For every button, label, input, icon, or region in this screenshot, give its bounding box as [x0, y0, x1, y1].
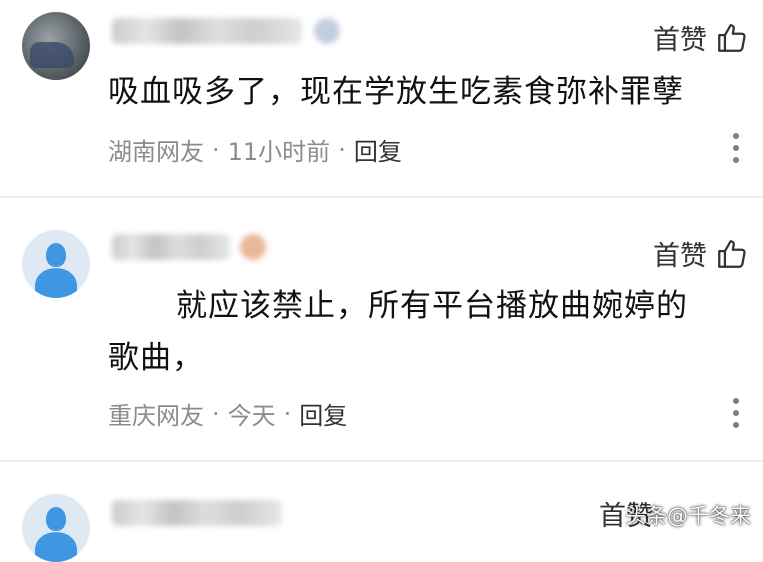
more-options-icon[interactable] — [733, 398, 739, 428]
comment-location: 湖南网友 — [108, 138, 204, 166]
user-badge-icon — [240, 234, 266, 260]
comment-time: 今天 — [227, 402, 276, 430]
comment-meta: 重庆网友 · 今天 · 回复 — [108, 396, 347, 431]
user-badge-icon — [314, 18, 340, 44]
like-button[interactable]: 首赞 — [653, 234, 749, 273]
comment-meta: 湖南网友 · 11小时前 · 回复 — [108, 132, 402, 167]
username-blurred[interactable] — [112, 18, 302, 44]
separator: · — [212, 135, 220, 164]
comment-text: 吸血吸多了，现在学放生吃素食弥补罪孽 — [108, 74, 684, 110]
avatar[interactable] — [22, 494, 90, 562]
like-button[interactable]: 首赞 — [653, 18, 749, 57]
like-label: 首赞 — [653, 25, 707, 56]
separator: · — [338, 135, 346, 164]
like-label: 首赞 — [653, 241, 707, 272]
thumbs-up-icon — [718, 23, 746, 52]
avatar[interactable] — [22, 12, 90, 80]
reply-button[interactable]: 回复 — [299, 396, 347, 431]
username-blurred[interactable] — [112, 234, 230, 260]
username-blurred[interactable] — [112, 500, 282, 526]
reply-button[interactable]: 回复 — [354, 132, 402, 167]
separator: · — [283, 399, 292, 428]
thumbs-up-icon — [718, 239, 746, 268]
comment-text-line-2: 歌曲， — [108, 340, 204, 376]
separator: · — [212, 399, 220, 428]
comment-location: 重庆网友 — [108, 402, 204, 430]
avatar[interactable] — [22, 230, 90, 298]
watermark: 头条@千冬来 — [625, 504, 751, 528]
comment-text-line-1: 就应该禁止，所有平台播放曲婉婷的 — [176, 288, 688, 324]
divider — [0, 196, 763, 198]
more-options-icon[interactable] — [733, 133, 739, 163]
comment-time: 11小时前 — [227, 138, 331, 166]
divider — [0, 460, 763, 462]
